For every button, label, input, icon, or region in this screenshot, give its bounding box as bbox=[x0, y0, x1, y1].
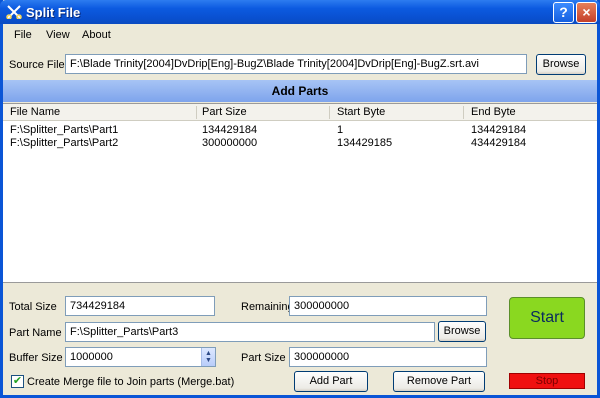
menu-bar: File View About bbox=[3, 24, 597, 44]
menu-view[interactable]: View bbox=[46, 29, 70, 41]
split-file-window: Split File ? × File View About Source Fi… bbox=[0, 0, 600, 398]
total-size-field[interactable]: 734429184 bbox=[65, 296, 215, 316]
help-button[interactable]: ? bbox=[553, 2, 574, 23]
source-file-label: Source File bbox=[9, 59, 65, 71]
column-part-size[interactable]: Part Size bbox=[202, 106, 247, 118]
row-start-byte: 134429185 bbox=[337, 137, 393, 149]
source-browse-button[interactable]: Browse bbox=[536, 54, 586, 75]
total-size-label: Total Size bbox=[9, 301, 57, 313]
part-size-field[interactable]: 300000000 bbox=[289, 347, 487, 367]
merge-label[interactable]: Create Merge file to Join parts (Merge.b… bbox=[27, 376, 234, 388]
menu-about[interactable]: About bbox=[82, 29, 111, 41]
window-title: Split File bbox=[26, 5, 81, 20]
title-bar: Split File ? × bbox=[0, 0, 600, 24]
remaining-field[interactable]: 300000000 bbox=[289, 296, 487, 316]
column-divider bbox=[196, 106, 197, 119]
stop-button[interactable]: Stop bbox=[509, 373, 585, 389]
column-file-name[interactable]: File Name bbox=[10, 106, 60, 118]
part-size-label: Part Size bbox=[241, 352, 286, 364]
buffer-size-label: Buffer Size bbox=[9, 352, 63, 364]
row-start-byte: 1 bbox=[337, 124, 344, 136]
parts-list-header: File Name Part Size Start Byte End Byte bbox=[3, 104, 597, 121]
start-button[interactable]: Start bbox=[509, 297, 585, 339]
column-start-byte[interactable]: Start Byte bbox=[337, 106, 385, 118]
table-row[interactable]: F:\Splitter_Parts\Part1 134429184 1 1344… bbox=[3, 124, 597, 137]
row-part-size: 300000000 bbox=[202, 137, 258, 149]
close-button[interactable]: × bbox=[576, 2, 597, 23]
parts-list[interactable]: File Name Part Size Start Byte End Byte … bbox=[3, 103, 597, 283]
part-name-label: Part Name bbox=[9, 327, 62, 339]
remove-part-button[interactable]: Remove Part bbox=[393, 371, 485, 392]
table-row[interactable]: F:\Splitter_Parts\Part2 300000000 134429… bbox=[3, 137, 597, 150]
merge-checkbox[interactable]: ✔ bbox=[11, 375, 24, 388]
checkmark-icon: ✔ bbox=[12, 375, 23, 387]
scissors-icon bbox=[6, 5, 22, 19]
part-name-field[interactable]: F:\Splitter_Parts\Part3 bbox=[65, 322, 435, 342]
add-parts-header: Add Parts bbox=[3, 80, 597, 102]
remaining-label: Remaining bbox=[241, 301, 294, 313]
menu-file[interactable]: File bbox=[14, 29, 32, 41]
spin-up-icon[interactable]: ▲ bbox=[205, 350, 212, 357]
column-divider bbox=[463, 106, 464, 119]
row-part-size: 134429184 bbox=[202, 124, 258, 136]
row-file-name: F:\Splitter_Parts\Part1 bbox=[10, 124, 119, 136]
column-end-byte[interactable]: End Byte bbox=[471, 106, 516, 118]
source-file-field[interactable]: F:\Blade Trinity[2004]DvDrip[Eng]-BugZ\B… bbox=[65, 54, 527, 74]
buffer-size-field[interactable]: 1000000 bbox=[65, 347, 216, 367]
column-divider bbox=[329, 106, 330, 119]
spin-down-icon[interactable]: ▼ bbox=[205, 357, 212, 364]
row-end-byte: 434429184 bbox=[471, 137, 527, 149]
add-part-button[interactable]: Add Part bbox=[294, 371, 368, 392]
row-end-byte: 134429184 bbox=[471, 124, 527, 136]
buffer-size-spinner[interactable]: ▲ ▼ bbox=[201, 348, 215, 366]
part-browse-button[interactable]: Browse bbox=[438, 321, 486, 342]
row-file-name: F:\Splitter_Parts\Part2 bbox=[10, 137, 119, 149]
